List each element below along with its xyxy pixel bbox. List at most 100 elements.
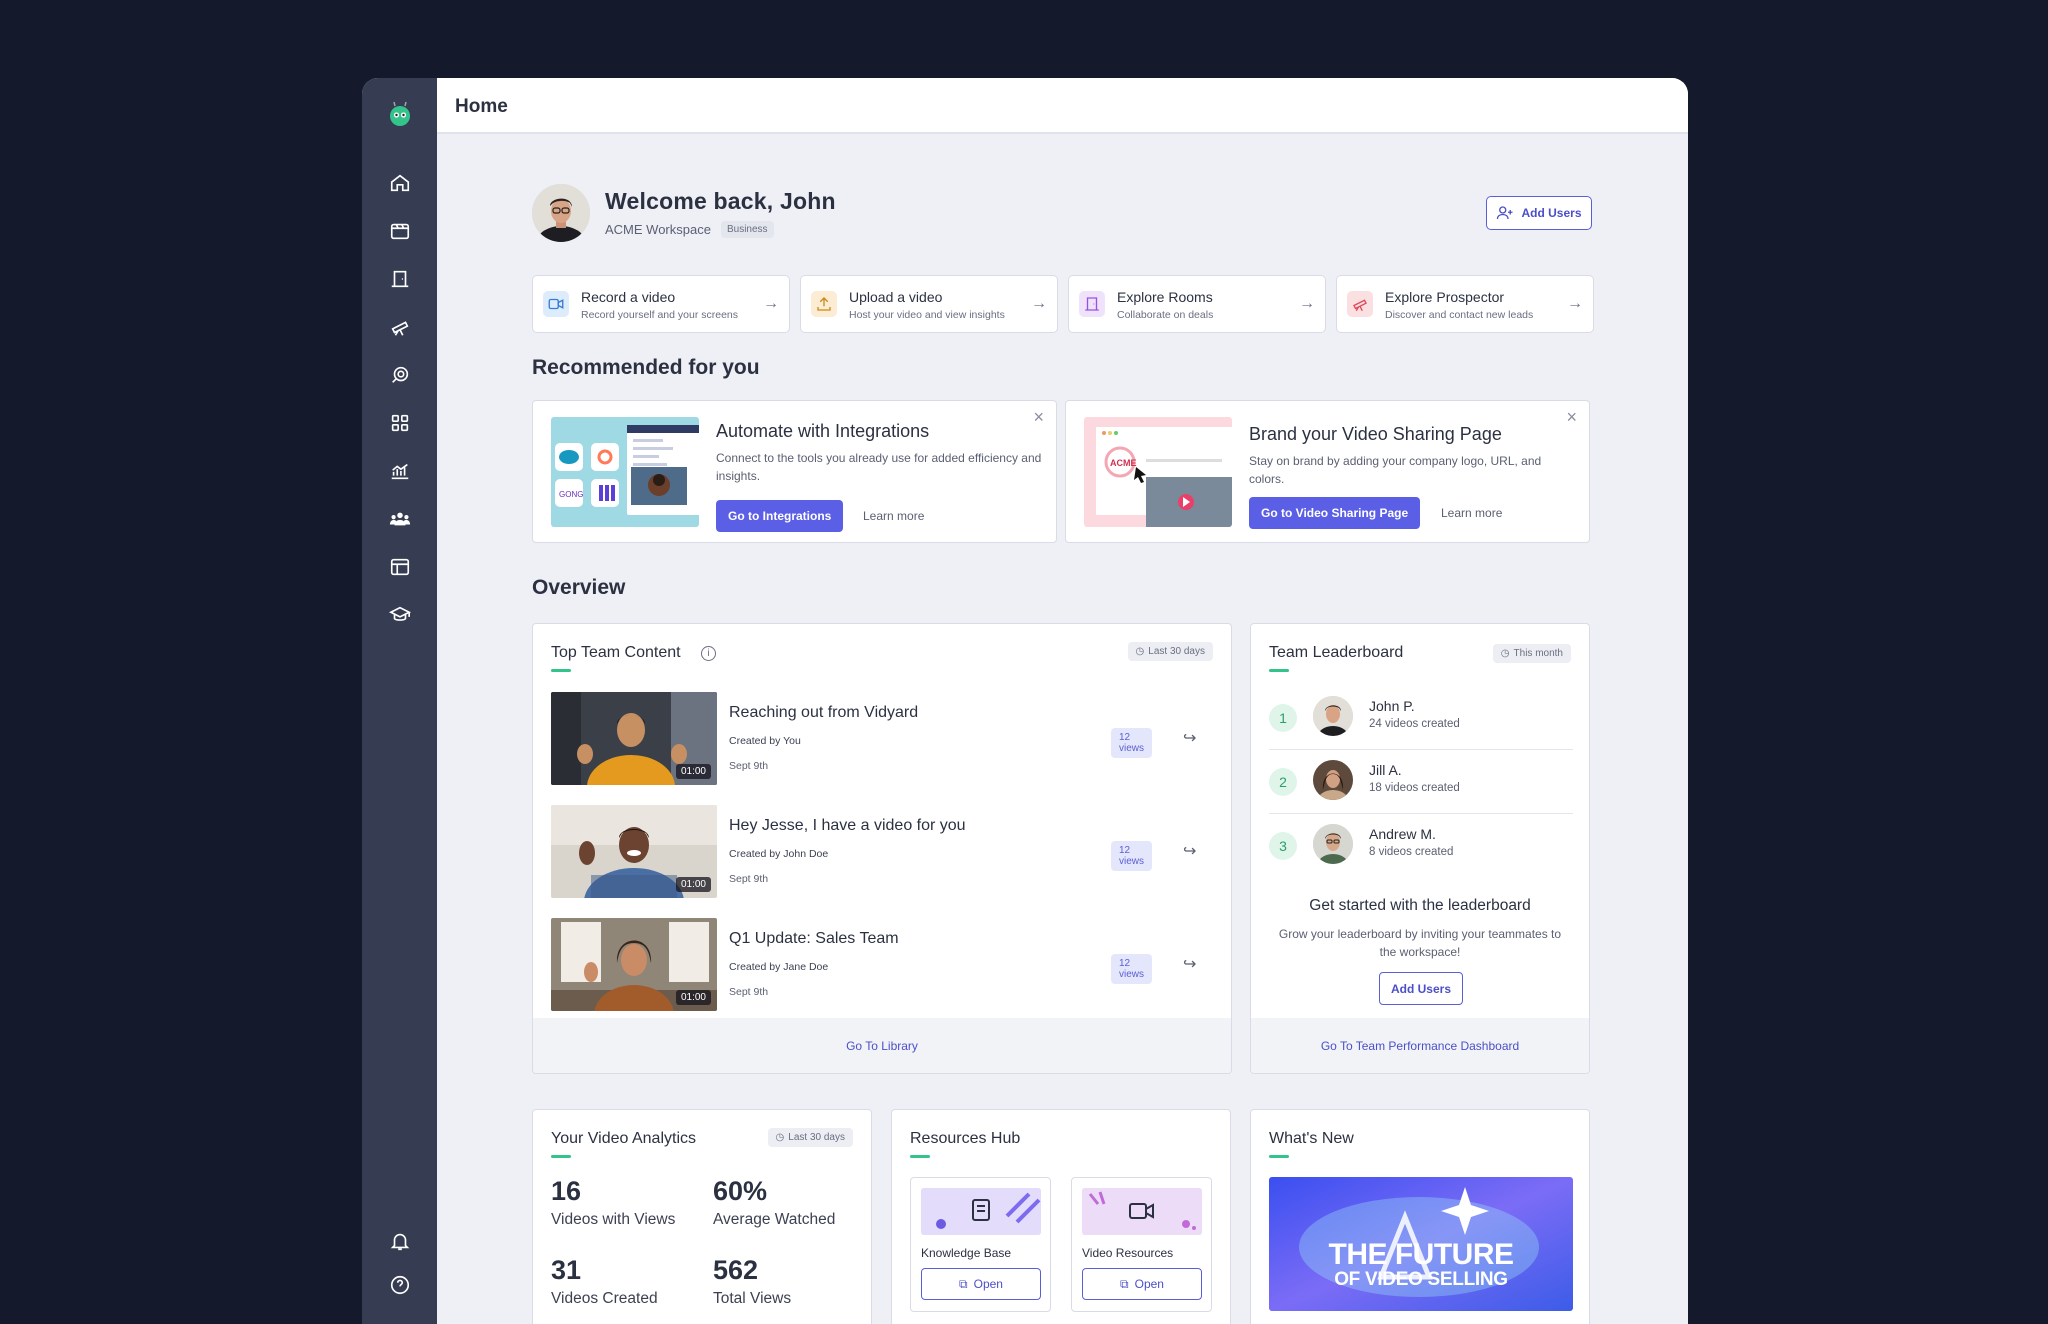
views-badge: 12 views xyxy=(1111,841,1152,871)
action-title: Explore Rooms xyxy=(1117,289,1213,305)
stat-value: 60% xyxy=(713,1176,768,1206)
rank-badge: 1 xyxy=(1269,704,1297,732)
share-icon[interactable]: ↪ xyxy=(1183,954,1196,974)
card-title: Resources Hub xyxy=(910,1130,1021,1147)
video-thumbnail[interactable]: 01:00 xyxy=(551,692,717,785)
stat-label: Videos Created xyxy=(551,1290,658,1307)
leaderboard-entry[interactable]: 2 Jill A. 18 videos created xyxy=(1269,752,1573,814)
rank-badge: 2 xyxy=(1269,768,1297,796)
clock-icon: ◷ xyxy=(775,1132,785,1143)
video-thumbnail[interactable]: 01:00 xyxy=(551,805,717,898)
video-title[interactable]: Q1 Update: Sales Team xyxy=(729,930,899,948)
explore-rooms-action[interactable]: Explore Rooms Collaborate on deals → xyxy=(1068,275,1326,333)
learn-more-link[interactable]: Learn more xyxy=(863,509,924,523)
open-button[interactable]: ⧉ Open xyxy=(921,1268,1041,1300)
whats-new-banner[interactable]: THE FUTURE OF VIDEO SELLING xyxy=(1269,1177,1573,1311)
user-avatar[interactable] xyxy=(532,184,590,242)
video-title[interactable]: Hey Jesse, I have a video for you xyxy=(729,817,966,835)
title-underline xyxy=(551,669,571,672)
video-creator: Created by You xyxy=(729,735,801,747)
add-user-icon xyxy=(1497,206,1513,220)
insights-icon[interactable] xyxy=(380,355,420,395)
academy-cap-icon[interactable] xyxy=(380,595,420,635)
video-row[interactable]: 01:00 Hey Jesse, I have a video for you … xyxy=(551,805,1196,900)
layout-icon[interactable] xyxy=(380,547,420,587)
record-video-action[interactable]: Record a video Record yourself and your … xyxy=(532,275,790,333)
book-icon xyxy=(921,1188,1041,1235)
go-to-integrations-button[interactable]: Go to Integrations xyxy=(716,500,844,532)
telescope-icon[interactable] xyxy=(380,307,420,347)
video-camera-icon xyxy=(1082,1188,1202,1235)
promo-description: Stay on brand by adding your company log… xyxy=(1249,454,1542,486)
arrow-right-icon: → xyxy=(1567,295,1583,312)
learn-more-link[interactable]: Learn more xyxy=(1441,506,1502,520)
share-icon[interactable]: ↪ xyxy=(1183,728,1196,748)
card-title: Top Team Content xyxy=(551,644,681,661)
video-resources-resource[interactable]: Video Resources ⧉ Open xyxy=(1071,1177,1212,1312)
vidyard-logo[interactable] xyxy=(386,100,414,128)
welcome-title: Welcome back, John xyxy=(605,188,836,214)
explore-prospector-action[interactable]: Explore Prospector Discover and contact … xyxy=(1336,275,1594,333)
clock-icon: ◷ xyxy=(1135,646,1145,657)
upload-icon xyxy=(811,291,837,317)
close-icon[interactable]: × xyxy=(1033,407,1044,428)
add-users-button[interactable]: Add Users xyxy=(1486,196,1592,230)
stat-label: Average Watched xyxy=(713,1211,836,1228)
sharing-page-illustration: ACME xyxy=(1084,417,1232,527)
date-range-pill[interactable]: ◷ Last 30 days xyxy=(1127,642,1213,661)
leaderboard-entry[interactable]: 1 John P. 24 videos created xyxy=(1269,688,1573,750)
leaderboard-cta-description: Grow your leaderboard by inviting your t… xyxy=(1278,927,1562,959)
leader-name: Andrew M. xyxy=(1369,826,1436,842)
go-to-team-performance-link[interactable]: Go To Team Performance Dashboard xyxy=(1251,1018,1589,1073)
rooms-door-icon[interactable] xyxy=(380,259,420,299)
close-icon[interactable]: × xyxy=(1566,407,1577,428)
action-subtitle: Discover and contact new leads xyxy=(1385,309,1534,321)
home-icon[interactable] xyxy=(380,163,420,203)
date-range-pill[interactable]: ◷ Last 30 days xyxy=(767,1128,853,1147)
info-icon[interactable]: i xyxy=(701,646,716,661)
team-icon[interactable] xyxy=(380,499,420,539)
card-title: Team Leaderboard xyxy=(1269,644,1404,661)
app-window: Home Welcome back, John ACME Workspace B… xyxy=(362,78,1688,1324)
overview-title: Overview xyxy=(532,576,626,599)
analytics-icon[interactable] xyxy=(380,451,420,491)
views-badge: 12 views xyxy=(1111,728,1152,758)
go-to-video-sharing-page-button[interactable]: Go to Video Sharing Page xyxy=(1249,497,1421,529)
help-icon[interactable] xyxy=(380,1265,420,1305)
external-link-icon: ⧉ xyxy=(959,1276,968,1291)
resource-label: Video Resources xyxy=(1082,1246,1174,1260)
avatar xyxy=(1313,824,1353,864)
open-button[interactable]: ⧉ Open xyxy=(1082,1268,1202,1300)
welcome-header: Welcome back, John ACME Workspace Busine… xyxy=(532,184,836,242)
add-users-button[interactable]: Add Users xyxy=(1379,972,1463,1005)
bell-icon[interactable] xyxy=(380,1221,420,1261)
video-title[interactable]: Reaching out from Vidyard xyxy=(729,704,918,722)
main-content: Welcome back, John ACME Workspace Busine… xyxy=(437,134,1688,1324)
action-title: Record a video xyxy=(581,289,676,305)
knowledge-base-resource[interactable]: Knowledge Base ⧉ Open xyxy=(910,1177,1051,1312)
library-icon[interactable] xyxy=(380,211,420,251)
promo-description: Connect to the tools you already use for… xyxy=(716,451,1042,483)
stat-value: 562 xyxy=(713,1255,759,1285)
action-subtitle: Host your video and view insights xyxy=(849,309,1005,321)
video-row[interactable]: 01:00 Q1 Update: Sales Team Created by J… xyxy=(551,918,1196,1013)
sidebar xyxy=(362,78,437,1324)
video-row[interactable]: 01:00 Reaching out from Vidyard Created … xyxy=(551,692,1196,787)
video-thumbnail[interactable]: 01:00 xyxy=(551,918,717,1011)
stat-value: 31 xyxy=(551,1255,582,1285)
share-icon[interactable]: ↪ xyxy=(1183,841,1196,861)
arrow-right-icon: → xyxy=(1031,295,1047,312)
apps-grid-icon[interactable] xyxy=(380,403,420,443)
go-to-library-link[interactable]: Go To Library xyxy=(533,1018,1231,1073)
avatar xyxy=(1313,760,1353,800)
external-link-icon: ⧉ xyxy=(1120,1276,1129,1291)
video-camera-icon xyxy=(543,291,569,317)
svg-text:GONG: GONG xyxy=(559,490,583,499)
action-title: Upload a video xyxy=(849,289,943,305)
upload-video-action[interactable]: Upload a video Host your video and view … xyxy=(800,275,1058,333)
video-sharing-promo-card: ACME Brand your Video Sharing Page Stay … xyxy=(1065,400,1590,543)
plan-badge: Business xyxy=(720,221,774,238)
date-range-pill[interactable]: ◷ This month xyxy=(1492,644,1571,663)
leaderboard-entry[interactable]: 3 Andrew M. 8 videos created xyxy=(1269,816,1573,878)
telescope-icon xyxy=(1347,291,1373,317)
